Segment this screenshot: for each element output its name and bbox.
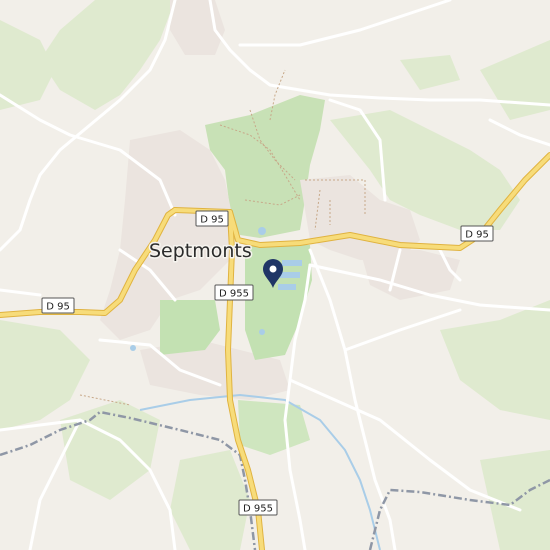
road-shield-d95-left: D 95 — [41, 297, 75, 314]
road-label: D 95 — [200, 215, 224, 226]
road-label: D 95 — [465, 230, 489, 241]
map-canvas[interactable]: D 95 D 95 D 95 D 955 D 955 Septmonts — [0, 0, 550, 550]
pond — [258, 227, 266, 235]
place-label: Septmonts — [149, 240, 252, 262]
road-shield-d955-center: D 955 — [214, 284, 254, 301]
pond — [259, 329, 265, 335]
pond — [278, 284, 296, 290]
road-shield-d955-bottom: D 955 — [238, 499, 278, 516]
road-shield-d95-right: D 95 — [460, 225, 494, 242]
pond — [280, 272, 300, 278]
road-label: D 955 — [243, 504, 273, 515]
road-shield-d95-top: D 95 — [195, 210, 229, 227]
pin-dot — [269, 265, 277, 273]
road-label: D 955 — [219, 289, 249, 300]
map-view[interactable]: D 95 D 95 D 95 D 955 D 955 Septmonts — [0, 0, 550, 550]
road-label: D 95 — [46, 302, 70, 313]
pond — [282, 260, 302, 266]
pond — [130, 345, 136, 351]
